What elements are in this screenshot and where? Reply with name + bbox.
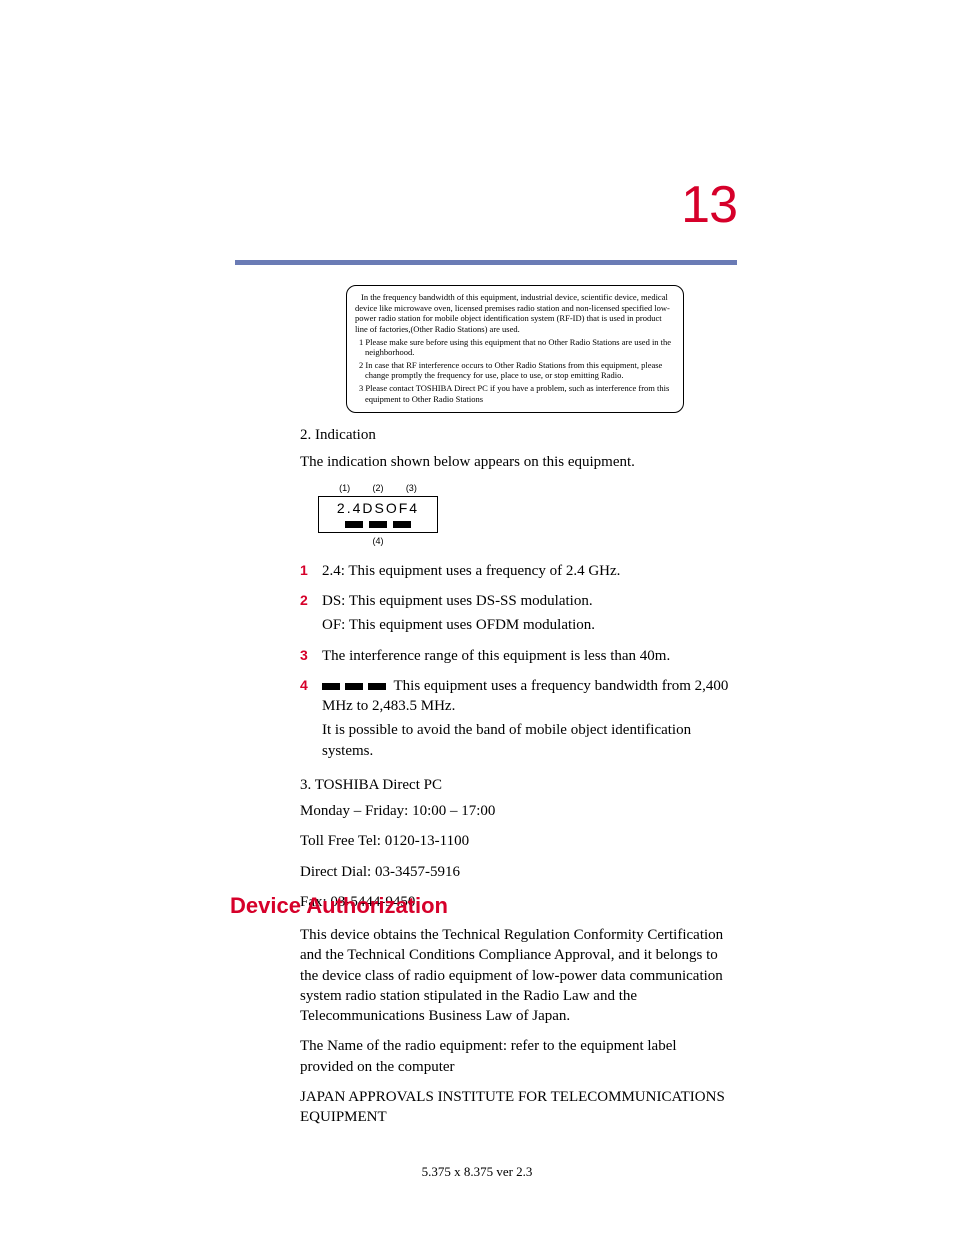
section-2-intro: The indication shown below appears on th… xyxy=(300,452,730,472)
list-text: OF: This equipment uses OFDM modulation. xyxy=(322,615,730,635)
section-2-heading: 2. Indication xyxy=(300,425,730,445)
list-number: 4 xyxy=(300,676,322,765)
notice-paragraph: In the frequency bandwidth of this equip… xyxy=(355,292,675,335)
main-content: In the frequency bandwidth of this equip… xyxy=(300,285,730,922)
list-number: 1 xyxy=(300,561,322,585)
notice-item-3: 3 Please contact TOSHIBA Direct PC if yo… xyxy=(355,383,675,404)
contact-direct: Direct Dial: 03-3457-5916 xyxy=(300,862,730,882)
horizontal-rule xyxy=(235,260,737,265)
list-number: 3 xyxy=(300,646,322,670)
list-item: 4 This equipment uses a frequency bandwi… xyxy=(300,676,730,765)
notice-box: In the frequency bandwidth of this equip… xyxy=(346,285,684,413)
numbered-list: 1 2.4: This equipment uses a frequency o… xyxy=(300,561,730,765)
label-marker-3: (3) xyxy=(406,482,417,494)
list-text: This equipment uses a frequency bandwidt… xyxy=(322,676,730,717)
list-item: 3 The interference range of this equipme… xyxy=(300,646,730,670)
list-item: 2 DS: This equipment uses DS-SS modulati… xyxy=(300,591,730,640)
notice-item-1: 1 Please make sure before using this equ… xyxy=(355,337,675,358)
label-box: 2.4DSOF4 xyxy=(318,496,438,533)
list-text: DS: This equipment uses DS-SS modulation… xyxy=(322,591,730,611)
label-bars-icon xyxy=(323,521,433,528)
auth-paragraph-1: This device obtains the Technical Regula… xyxy=(300,925,730,1026)
label-marker-1: (1) xyxy=(339,482,350,494)
auth-paragraph-2: The Name of the radio equipment: refer t… xyxy=(300,1036,730,1077)
list-text: 2.4: This equipment uses a frequency of … xyxy=(322,561,730,581)
authorization-content: This device obtains the Technical Regula… xyxy=(300,925,730,1137)
list-text: It is possible to avoid the band of mobi… xyxy=(322,720,730,761)
list-item: 1 2.4: This equipment uses a frequency o… xyxy=(300,561,730,585)
page-number: 13 xyxy=(681,175,737,235)
device-authorization-heading: Device Authorization xyxy=(230,893,448,919)
contact-hours: Monday – Friday: 10:00 – 17:00 xyxy=(300,801,730,821)
list-number: 2 xyxy=(300,591,322,640)
contact-tollfree: Toll Free Tel: 0120-13-1100 xyxy=(300,831,730,851)
label-marker-2: (2) xyxy=(372,482,383,494)
auth-paragraph-3: JAPAN APPROVALS INSTITUTE FOR TELECOMMUN… xyxy=(300,1087,730,1128)
label-marker-4: (4) xyxy=(318,535,438,547)
list-text: The interference range of this equipment… xyxy=(322,646,730,666)
label-text: 2.4DSOF4 xyxy=(323,499,433,518)
section-3-heading: 3. TOSHIBA Direct PC xyxy=(300,775,730,795)
band-bars-icon xyxy=(322,683,386,690)
page-footer: 5.375 x 8.375 ver 2.3 xyxy=(0,1164,954,1180)
page: 13 In the frequency bandwidth of this eq… xyxy=(0,0,954,1235)
equipment-label-figure: (1) (2) (3) 2.4DSOF4 (4) xyxy=(318,482,438,547)
notice-item-2: 2 In case that RF interference occurs to… xyxy=(355,360,675,381)
